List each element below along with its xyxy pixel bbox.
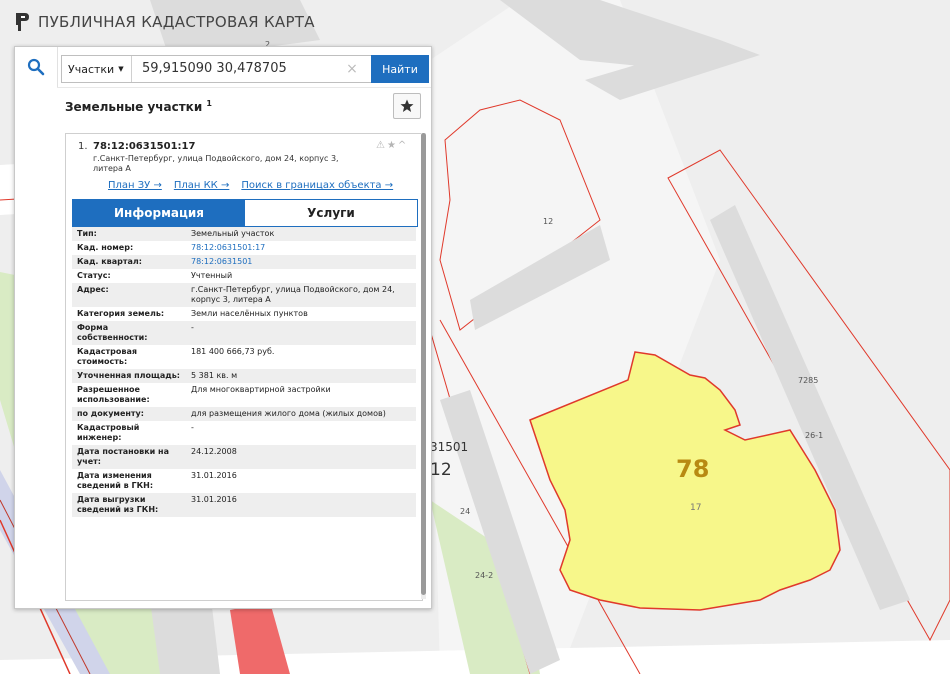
info-row: Кадастровая стоимость: 181 400 666,73 руб… xyxy=(72,345,416,369)
section-title: Земельные участки 1 xyxy=(65,99,212,114)
star-icon xyxy=(400,99,414,112)
info-label: Дата постановки на учет: xyxy=(72,445,186,469)
info-value: Земельный участок xyxy=(186,227,416,241)
link-plan-zu[interactable]: План ЗУ → xyxy=(108,180,162,191)
info-value: г.Санкт-Петербург, улица Подвойского, до… xyxy=(186,283,416,307)
info-label: Дата выгрузки сведений из ГКН: xyxy=(72,493,186,517)
search-button[interactable] xyxy=(15,47,58,87)
section-footnote: 1 xyxy=(206,99,212,108)
info-label: Категория земель: xyxy=(72,307,186,321)
search-type-label: Участки xyxy=(68,62,115,76)
parcel-sub-label: 17 xyxy=(690,503,702,513)
info-label: Статус: xyxy=(72,269,186,283)
tab-information[interactable]: Информация xyxy=(73,200,245,226)
results-section-header: Земельные участки 1 xyxy=(57,87,431,124)
result-card: 1. 78:12:0631501:17 г.Санкт-Петербург, у… xyxy=(65,133,423,601)
info-label: Дата изменения сведений в ГКН: xyxy=(72,469,186,493)
info-value: 24.12.2008 xyxy=(186,445,416,469)
info-label: Адрес: xyxy=(72,283,186,307)
info-label: Кадастровая стоимость: xyxy=(72,345,186,369)
map-label-12: 12 xyxy=(543,217,554,226)
info-value: 31.01.2016 xyxy=(186,469,416,493)
favorites-button[interactable] xyxy=(393,93,421,119)
info-row: Адрес: г.Санкт-Петербург, улица Подвойско… xyxy=(72,283,416,307)
info-label: Кадастровый инженер: xyxy=(72,421,186,445)
link-plan-kk[interactable]: План КК → xyxy=(174,180,230,191)
info-row: Категория земель: Земли населённых пункто… xyxy=(72,307,416,321)
info-label: Кад. номер: xyxy=(72,241,186,255)
result-scrollbar[interactable] xyxy=(421,133,426,599)
result-links: План ЗУ → План КК → Поиск в границах объек… xyxy=(108,180,420,191)
info-row: Разрешенное использование: Для многокварт… xyxy=(72,383,416,407)
info-row: Кад. номер: 78:12:0631501:17 xyxy=(72,241,416,255)
result-action-icons[interactable]: ⚠★^ xyxy=(376,140,408,151)
info-label: Форма собственности: xyxy=(72,321,186,345)
logo-icon xyxy=(16,13,29,31)
info-label: Тип: xyxy=(72,227,186,241)
info-value: Земли населённых пунктов xyxy=(186,307,416,321)
clear-search-button[interactable]: × xyxy=(344,56,360,82)
info-row: Форма собственности: - xyxy=(72,321,416,345)
app-title: ПУБЛИЧНАЯ КАДАСТРОВАЯ КАРТА xyxy=(38,13,315,31)
info-table: Тип: Земельный участок Кад. номер: 78:12:06… xyxy=(72,227,416,517)
chevron-down-icon: ▼ xyxy=(118,65,124,73)
parcel-number-label: 78 xyxy=(676,455,710,483)
info-row: Дата выгрузки сведений из ГКН: 31.01.2016 xyxy=(72,493,416,517)
info-row: Уточненная площадь: 5 381 кв. м xyxy=(72,369,416,383)
search-panel: Участки ▼ × Найти Земельные участки 1 1.… xyxy=(14,46,432,609)
map-label-24: 24 xyxy=(460,507,471,516)
search-type-select[interactable]: Участки ▼ xyxy=(62,56,132,82)
result-tabs: Информация Услуги xyxy=(72,199,418,227)
info-row: Статус: Учтенный xyxy=(72,269,416,283)
result-address: г.Санкт-Петербург, улица Подвойского, до… xyxy=(93,154,339,173)
info-row: Дата изменения сведений в ГКН: 31.01.2016 xyxy=(72,469,416,493)
map-label-quarter-number: 12 xyxy=(430,460,452,480)
info-value: 5 381 кв. м xyxy=(186,369,416,383)
info-row: Дата постановки на учет: 24.12.2008 xyxy=(72,445,416,469)
info-row: Тип: Земельный участок xyxy=(72,227,416,241)
info-label: Разрешенное использование: xyxy=(72,383,186,407)
result-cad-number[interactable]: 78:12:0631501:17 xyxy=(93,141,195,152)
info-value[interactable]: 78:12:0631501:17 xyxy=(186,241,416,255)
info-value: для размещения жилого дома (жилых домов) xyxy=(186,407,416,421)
info-label: по документу: xyxy=(72,407,186,421)
info-value: - xyxy=(186,421,416,445)
info-row: по документу: для размещения жилого дома … xyxy=(72,407,416,421)
result-index: 1. xyxy=(78,141,88,152)
info-value[interactable]: 78:12:0631501 xyxy=(186,255,416,269)
find-button[interactable]: Найти xyxy=(371,55,429,83)
map-label-quarter: 31501 xyxy=(430,440,469,454)
search-input[interactable] xyxy=(138,58,342,78)
info-value: 181 400 666,73 руб. xyxy=(186,345,416,369)
info-value: 31.01.2016 xyxy=(186,493,416,517)
map-label-7285: 7285 xyxy=(798,376,819,385)
map-label-26-1: 26-1 xyxy=(805,431,824,440)
scrollbar-thumb[interactable] xyxy=(421,133,426,595)
section-title-text: Земельные участки xyxy=(65,100,203,114)
app-header: ПУБЛИЧНАЯ КАДАСТРОВАЯ КАРТА xyxy=(14,10,315,34)
info-value: Для многоквартирной застройки xyxy=(186,383,416,407)
info-row: Кад. квартал: 78:12:0631501 xyxy=(72,255,416,269)
info-label: Уточненная площадь: xyxy=(72,369,186,383)
info-row: Кадастровый инженер: - xyxy=(72,421,416,445)
search-bar: Участки ▼ × Найти xyxy=(61,55,429,83)
info-label: Кад. квартал: xyxy=(72,255,186,269)
info-value: Учтенный xyxy=(186,269,416,283)
map-label-24-2: 24-2 xyxy=(475,571,494,580)
link-search-in-bounds[interactable]: Поиск в границах объекта → xyxy=(241,180,393,191)
tab-services[interactable]: Услуги xyxy=(245,200,417,226)
search-icon xyxy=(27,58,45,76)
info-value: - xyxy=(186,321,416,345)
